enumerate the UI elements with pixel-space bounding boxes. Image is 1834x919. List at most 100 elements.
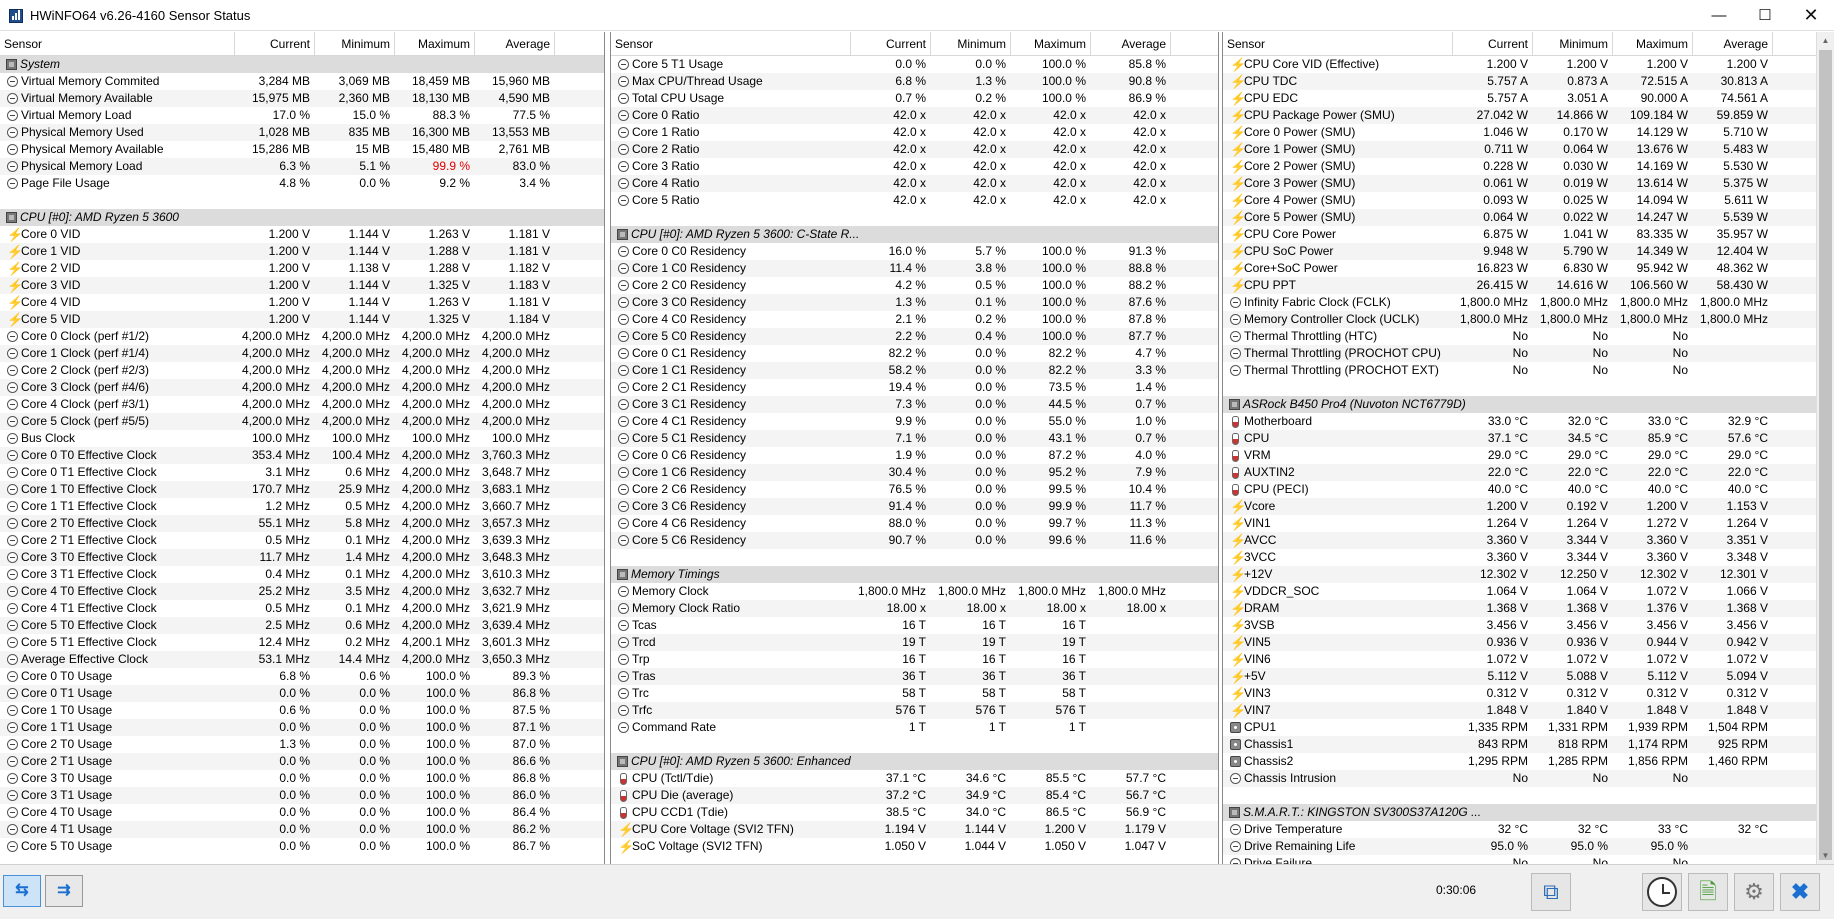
sensor-row[interactable]: Trfc 576 T 576 T 576 T <box>611 702 1218 719</box>
sensor-row[interactable]: ⚡ Core 4 Power (SMU) 0.093 W 0.025 W 14.094 … <box>1223 192 1816 209</box>
sensor-row[interactable]: ⚡ +5V 5.112 V 5.088 V 5.112 V 5.094 V <box>1223 668 1816 685</box>
sensor-panel-2[interactable]: Sensor Current Minimum Maximum Average Core 5… <box>610 32 1219 864</box>
sensor-row[interactable]: Trcd 19 T 19 T 19 T <box>611 634 1218 651</box>
sensor-row[interactable]: Core 5 T0 Usage 0.0 % 0.0 % 100.0 % 86.7 % <box>0 838 604 855</box>
sensor-row[interactable]: ⚡ CPU Package Power (SMU) 27.042 W 14.866 W… <box>1223 107 1816 124</box>
sensor-row[interactable]: Core 5 T1 Effective Clock 12.4 MHz 0.2 MHz… <box>0 634 604 651</box>
sensor-row[interactable]: ⚡ CPU Core Voltage (SVI2 TFN) 1.194 V 1.144… <box>611 821 1218 838</box>
sensor-row[interactable]: VRM 29.0 °C 29.0 °C 29.0 °C 29.0 °C <box>1223 447 1816 464</box>
close-button[interactable]: ✕ <box>1788 0 1834 31</box>
column-header-maximum[interactable]: Maximum <box>1011 32 1091 55</box>
sensor-row[interactable]: Core 3 C6 Residency 91.4 % 0.0 % 99.9 % 11.7… <box>611 498 1218 515</box>
sensor-row[interactable]: Core 0 Ratio 42.0 x 42.0 x 42.0 x 42.0 x <box>611 107 1218 124</box>
sensor-row[interactable]: Core 0 T0 Effective Clock 353.4 MHz 100.4 … <box>0 447 604 464</box>
sensor-row[interactable]: Core 5 C0 Residency 2.2 % 0.4 % 100.0 % 87.7… <box>611 328 1218 345</box>
sensor-row[interactable]: Core 3 Ratio 42.0 x 42.0 x 42.0 x 42.0 x <box>611 158 1218 175</box>
sensor-row[interactable]: Core 4 Clock (perf #3/1) 4,200.0 MHz 4,200… <box>0 396 604 413</box>
sensor-row[interactable]: Core 0 C1 Residency 82.2 % 0.0 % 82.2 % 4.7 … <box>611 345 1218 362</box>
sensor-row[interactable]: Core 2 T0 Usage 1.3 % 0.0 % 100.0 % 87.0 % <box>0 736 604 753</box>
sensor-row[interactable]: Core 3 T1 Effective Clock 0.4 MHz 0.1 MHz 4… <box>0 566 604 583</box>
sensor-row[interactable]: Core 4 C6 Residency 88.0 % 0.0 % 99.7 % 11.3… <box>611 515 1218 532</box>
sensor-row[interactable]: Core 5 T0 Effective Clock 2.5 MHz 0.6 MHz 4… <box>0 617 604 634</box>
sensor-row[interactable]: ⚡ CPU SoC Power 9.948 W 5.790 W 14.349 W 12.4… <box>1223 243 1816 260</box>
sensor-row[interactable]: Core 4 C0 Residency 2.1 % 0.2 % 100.0 % 87.8… <box>611 311 1218 328</box>
sensor-row[interactable]: CPU1 1,335 RPM 1,331 RPM 1,939 RPM 1,504 RPM <box>1223 719 1816 736</box>
column-header-minimum[interactable]: Minimum <box>315 32 395 55</box>
sensor-row[interactable]: CPU (PECI) 40.0 °C 40.0 °C 40.0 °C 40.0 °C <box>1223 481 1816 498</box>
sensor-row[interactable]: Memory Clock 1,800.0 MHz 1,800.0 MHz 1,800.… <box>611 583 1218 600</box>
sensor-row[interactable]: Drive Temperature 32 °C 32 °C 33 °C 32 °C <box>1223 821 1816 838</box>
column-header-sensor[interactable]: Sensor <box>0 32 235 55</box>
sensor-group-header[interactable]: CPU [#0]: AMD Ryzen 5 3600: Enhanced <box>611 753 1218 770</box>
sensor-row[interactable]: CPU (Tctl/Tdie) 37.1 °C 34.6 °C 85.5 °C 57.7… <box>611 770 1218 787</box>
sensor-row[interactable]: Core 4 T1 Effective Clock 0.5 MHz 0.1 MHz 4… <box>0 600 604 617</box>
sensor-row[interactable]: Core 2 T1 Usage 0.0 % 0.0 % 100.0 % 86.6 % <box>0 753 604 770</box>
sensor-row[interactable]: AUXTIN2 22.0 °C 22.0 °C 22.0 °C 22.0 °C <box>1223 464 1816 481</box>
sensor-row[interactable]: ⚡ 3VCC 3.360 V 3.344 V 3.360 V 3.348 V <box>1223 549 1816 566</box>
sensor-row[interactable]: Memory Clock Ratio 18.00 x 18.00 x 18.00 x 1… <box>611 600 1218 617</box>
column-header-minimum[interactable]: Minimum <box>1533 32 1613 55</box>
sensor-row[interactable]: Core 5 T1 Usage 0.0 % 0.0 % 100.0 % 85.8 % <box>611 56 1218 73</box>
sensor-row[interactable]: CPU 37.1 °C 34.5 °C 85.9 °C 57.6 °C <box>1223 430 1816 447</box>
column-header-average[interactable]: Average <box>475 32 555 55</box>
scroll-thumb[interactable] <box>1819 50 1832 860</box>
sensor-row[interactable]: Core 0 Clock (perf #1/2) 4,200.0 MHz 4,200… <box>0 328 604 345</box>
column-header-current[interactable]: Current <box>1453 32 1533 55</box>
column-header-minimum[interactable]: Minimum <box>931 32 1011 55</box>
scroll-down-arrow-icon[interactable]: ▼ <box>1817 847 1834 864</box>
sensor-row[interactable]: Physical Memory Available 15,286 MB 15 MB 1… <box>0 141 604 158</box>
sensor-group-header[interactable]: CPU [#0]: AMD Ryzen 5 3600: C-State R... <box>611 226 1218 243</box>
sensor-row[interactable]: Core 3 T1 Usage 0.0 % 0.0 % 100.0 % 86.0 % <box>0 787 604 804</box>
sensor-row[interactable]: Core 1 Clock (perf #1/4) 4,200.0 MHz 4,200… <box>0 345 604 362</box>
sensor-row[interactable]: Core 4 T0 Effective Clock 25.2 MHz 3.5 MHz… <box>0 583 604 600</box>
sensor-row[interactable]: Core 3 C0 Residency 1.3 % 0.1 % 100.0 % 87.6… <box>611 294 1218 311</box>
sensor-row[interactable]: Virtual Memory Load 17.0 % 15.0 % 88.3 % 77.… <box>0 107 604 124</box>
sensor-row[interactable]: Core 1 C0 Residency 11.4 % 3.8 % 100.0 % 88.… <box>611 260 1218 277</box>
sensor-row[interactable]: Core 2 C1 Residency 19.4 % 0.0 % 73.5 % 1.4 … <box>611 379 1218 396</box>
sensor-row[interactable]: ⚡ CPU TDC 5.757 A 0.873 A 72.515 A 30.813 A <box>1223 73 1816 90</box>
sensor-row[interactable]: Core 2 T1 Effective Clock 0.5 MHz 0.1 MHz 4… <box>0 532 604 549</box>
sensor-row[interactable]: Infinity Fabric Clock (FCLK) 1,800.0 MHz 1… <box>1223 294 1816 311</box>
column-header-average[interactable]: Average <box>1091 32 1171 55</box>
sensor-row[interactable]: ⚡ SoC Voltage (SVI2 TFN) 1.050 V 1.044 V 1.0… <box>611 838 1218 855</box>
sensor-row[interactable]: ⚡ Core 4 VID 1.200 V 1.144 V 1.263 V 1.181 V <box>0 294 604 311</box>
sensor-row[interactable]: Core 1 T0 Usage 0.6 % 0.0 % 100.0 % 87.5 % <box>0 702 604 719</box>
sensor-row[interactable]: Memory Controller Clock (UCLK) 1,800.0 MH… <box>1223 311 1816 328</box>
sensor-row[interactable]: Core 5 C1 Residency 7.1 % 0.0 % 43.1 % 0.7 % <box>611 430 1218 447</box>
sensor-row[interactable]: Bus Clock 100.0 MHz 100.0 MHz 100.0 MHz 100.… <box>0 430 604 447</box>
sensor-row[interactable]: ⚡ CPU PPT 26.415 W 14.616 W 106.560 W 58.430 … <box>1223 277 1816 294</box>
column-header-current[interactable]: Current <box>851 32 931 55</box>
sensor-row[interactable]: ⚡ DRAM 1.368 V 1.368 V 1.376 V 1.368 V <box>1223 600 1816 617</box>
sensor-row[interactable]: ⚡ Core 5 VID 1.200 V 1.144 V 1.325 V 1.184 V <box>0 311 604 328</box>
sensor-row[interactable]: Core 0 C0 Residency 16.0 % 5.7 % 100.0 % 91.… <box>611 243 1218 260</box>
column-header-sensor[interactable]: Sensor <box>1223 32 1453 55</box>
column-header-sensor[interactable]: Sensor <box>611 32 851 55</box>
sensor-row[interactable]: Core 3 T0 Effective Clock 11.7 MHz 1.4 MHz… <box>0 549 604 566</box>
sensor-row[interactable]: Core 2 Clock (perf #2/3) 4,200.0 MHz 4,200… <box>0 362 604 379</box>
sensor-row[interactable]: Core 2 C0 Residency 4.2 % 0.5 % 100.0 % 88.2… <box>611 277 1218 294</box>
sensor-row[interactable]: ⚡ VIN6 1.072 V 1.072 V 1.072 V 1.072 V <box>1223 651 1816 668</box>
sensor-row[interactable]: Virtual Memory Available 15,975 MB 2,360 M… <box>0 90 604 107</box>
sensor-row[interactable]: Motherboard 33.0 °C 32.0 °C 33.0 °C 32.9 °C <box>1223 413 1816 430</box>
maximize-button[interactable]: ☐ <box>1742 0 1788 31</box>
sensor-row[interactable]: Core 2 T0 Effective Clock 55.1 MHz 5.8 MHz… <box>0 515 604 532</box>
vertical-scrollbar[interactable]: ▲ ▼ <box>1816 32 1834 864</box>
sensor-row[interactable]: ⚡ Core 3 VID 1.200 V 1.144 V 1.325 V 1.183 V <box>0 277 604 294</box>
sensor-row[interactable]: ⚡ 3VSB 3.456 V 3.456 V 3.456 V 3.456 V <box>1223 617 1816 634</box>
sensor-row[interactable]: Virtual Memory Commited 3,284 MB 3,069 MB 1… <box>0 73 604 90</box>
sensor-row[interactable]: Core 1 C1 Residency 58.2 % 0.0 % 82.2 % 3.3 … <box>611 362 1218 379</box>
sensor-row[interactable]: Core 5 Clock (perf #5/5) 4,200.0 MHz 4,200… <box>0 413 604 430</box>
sensor-row[interactable]: ⚡ +12V 12.302 V 12.250 V 12.302 V 12.301 V <box>1223 566 1816 583</box>
sensor-row[interactable]: Trc 58 T 58 T 58 T <box>611 685 1218 702</box>
sensor-row[interactable]: Core 3 C1 Residency 7.3 % 0.0 % 44.5 % 0.7 % <box>611 396 1218 413</box>
sensor-row[interactable]: Tras 36 T 36 T 36 T <box>611 668 1218 685</box>
sensor-row[interactable]: ⚡ Core 1 VID 1.200 V 1.144 V 1.288 V 1.181 V <box>0 243 604 260</box>
sensor-row[interactable]: ⚡ Core 2 Power (SMU) 0.228 W 0.030 W 14.169 … <box>1223 158 1816 175</box>
sensor-row[interactable]: Core 1 Ratio 42.0 x 42.0 x 42.0 x 42.0 x <box>611 124 1218 141</box>
sensor-row[interactable]: Chassis1 843 RPM 818 RPM 1,174 RPM 925 RPM <box>1223 736 1816 753</box>
sensor-row[interactable]: ⚡ Core+SoC Power 16.823 W 6.830 W 95.942 W 48… <box>1223 260 1816 277</box>
collapse-arrows-button[interactable]: ⇆ <box>3 875 41 907</box>
sensor-row[interactable]: Core 2 Ratio 42.0 x 42.0 x 42.0 x 42.0 x <box>611 141 1218 158</box>
settings-button[interactable]: ⚙ <box>1734 873 1774 911</box>
sensor-group-header[interactable]: System <box>0 56 604 73</box>
